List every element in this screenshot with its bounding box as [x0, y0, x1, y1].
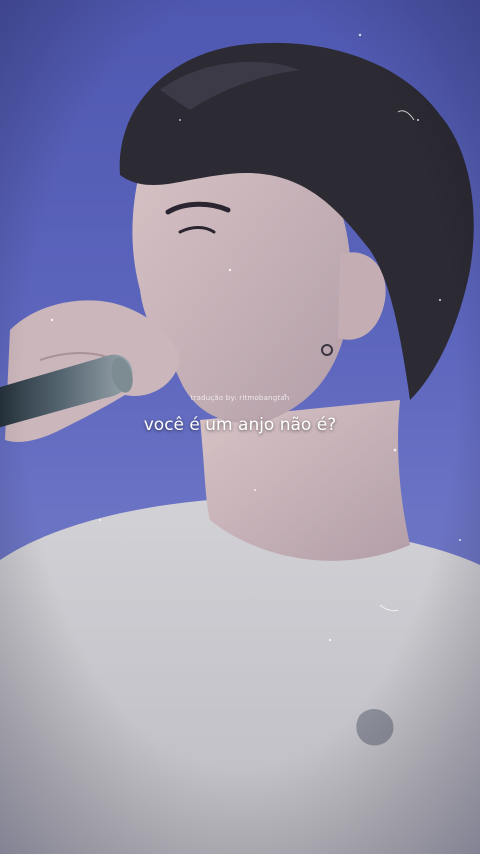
lyric-subtitle: você é um anjo não é? [143, 415, 337, 435]
translation-credit: tradução by: ritmobangtan [190, 394, 290, 402]
video-frame: tradução by: ritmobangtan você é um anjo… [0, 0, 480, 854]
